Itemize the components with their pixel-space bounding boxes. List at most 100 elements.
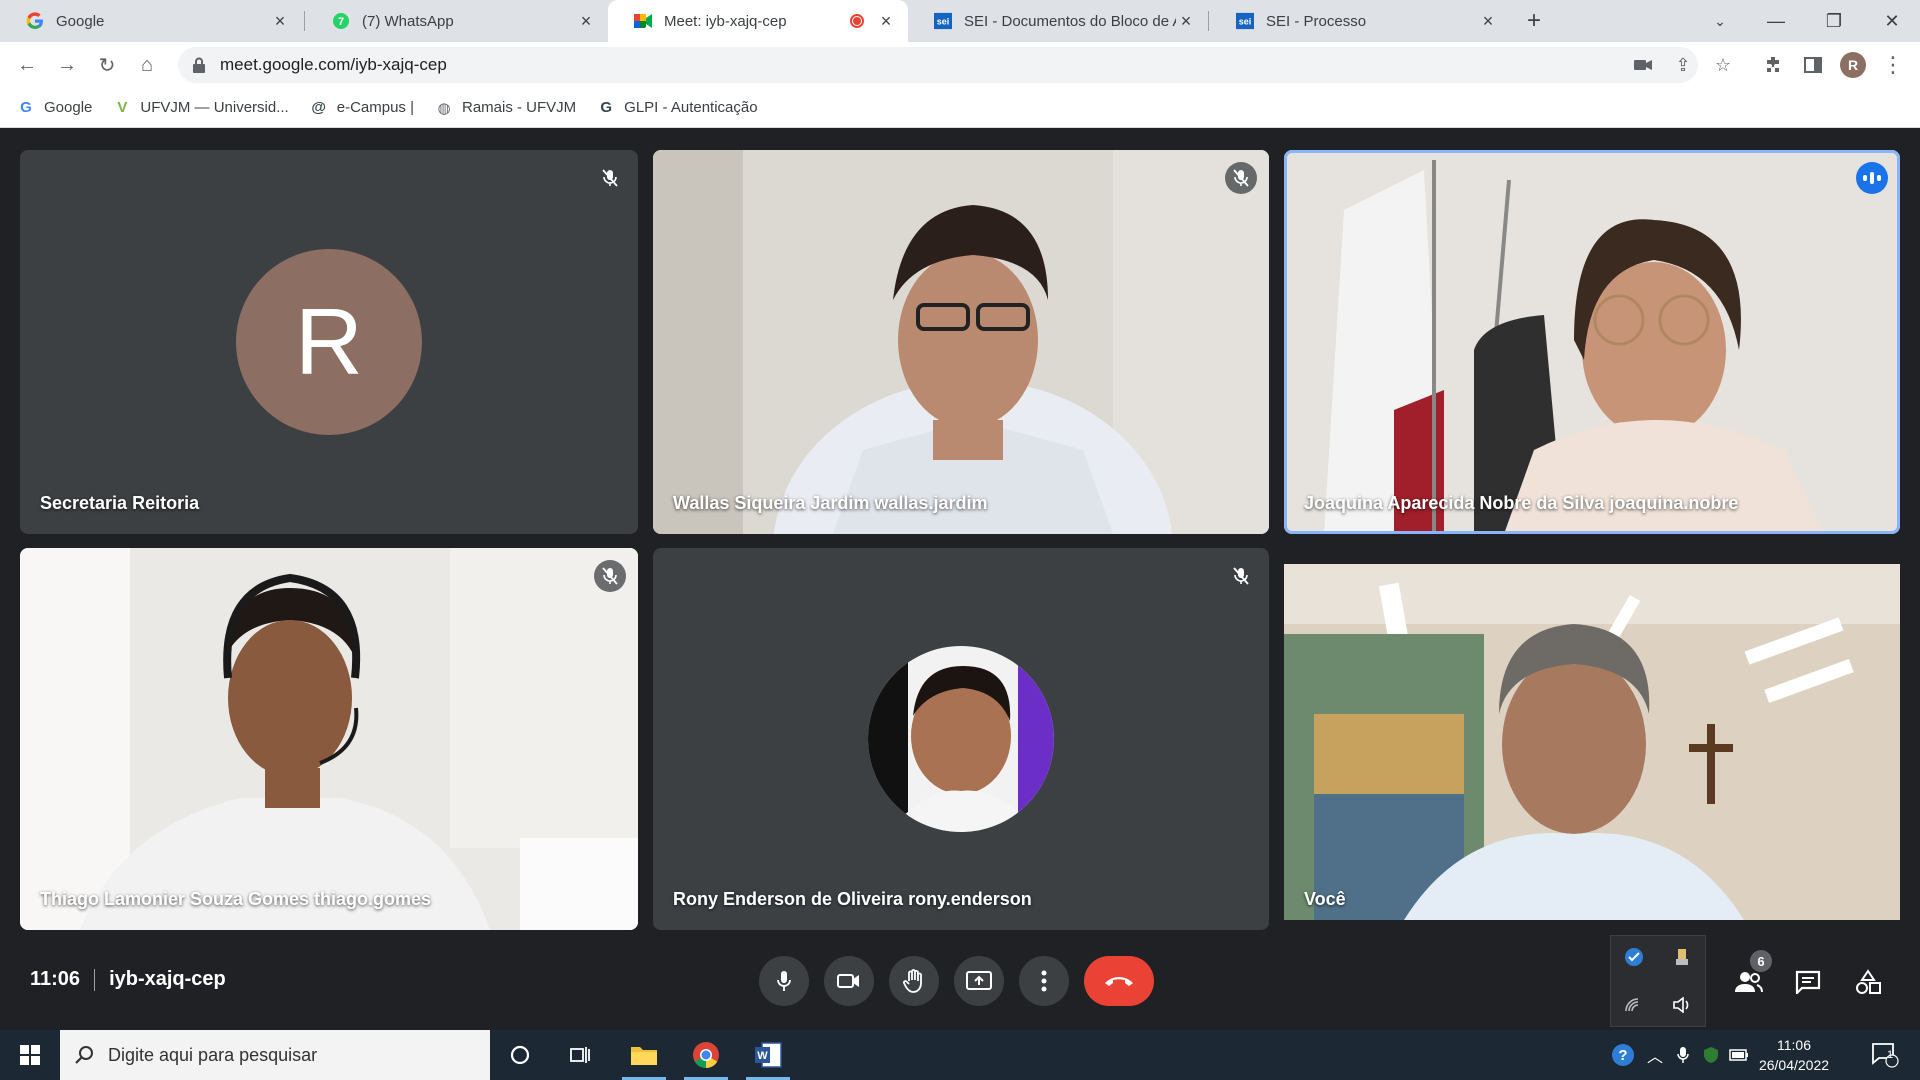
present-icon bbox=[966, 971, 992, 990]
chrome-taskbar-button[interactable] bbox=[678, 1030, 734, 1080]
svg-text:7: 7 bbox=[338, 16, 344, 28]
browser-toolbar: ← → ↻ ⌂ meet.google.com/iyb-xajq-cep ⇪ ☆… bbox=[0, 42, 1920, 88]
meeting-code: iyb-xajq-cep bbox=[109, 968, 226, 990]
meeting-details[interactable]: 11:06 iyb-xajq-cep bbox=[30, 968, 226, 991]
camera-button[interactable] bbox=[824, 956, 874, 1006]
recording-icon bbox=[850, 14, 864, 28]
window-close-icon[interactable]: ✕ bbox=[1864, 0, 1920, 42]
more-options-button[interactable] bbox=[1019, 956, 1069, 1006]
restore-icon[interactable]: ❐ bbox=[1806, 0, 1862, 42]
help-icon[interactable]: ? bbox=[1606, 1030, 1640, 1080]
network-icon[interactable] bbox=[1621, 992, 1647, 1018]
clock-time: 11:06 bbox=[1777, 1037, 1811, 1053]
tab-divider bbox=[304, 11, 305, 31]
chevron-up-icon[interactable]: ︿ bbox=[1642, 1030, 1668, 1080]
participant-tile[interactable]: Você bbox=[1284, 548, 1900, 930]
bookmark-glpi[interactable]: G GLPI - Autenticação bbox=[598, 99, 757, 116]
search-icon bbox=[75, 1046, 93, 1064]
taskbar-search-input[interactable]: Digite aqui para pesquisar bbox=[60, 1030, 490, 1080]
mic-muted-icon bbox=[594, 560, 626, 592]
extensions-icon[interactable] bbox=[1758, 50, 1788, 80]
close-icon[interactable]: × bbox=[1176, 11, 1196, 32]
tab-whatsapp[interactable]: 7 (7) WhatsApp × bbox=[306, 0, 608, 42]
more-menu-icon[interactable]: ⋮ bbox=[1878, 50, 1908, 80]
activities-button[interactable] bbox=[1850, 964, 1886, 1000]
forward-icon[interactable]: → bbox=[52, 50, 82, 80]
share-icon[interactable]: ⇪ bbox=[1668, 50, 1698, 80]
profile-avatar[interactable]: R bbox=[1838, 50, 1868, 80]
battery-icon[interactable] bbox=[1726, 1030, 1752, 1080]
reload-icon[interactable]: ↻ bbox=[92, 50, 122, 80]
participant-tile[interactable]: Rony Enderson de Oliveira rony.enderson bbox=[653, 548, 1269, 930]
sei-icon: sei bbox=[934, 12, 952, 30]
participant-count-badge: 6 bbox=[1750, 950, 1772, 972]
tab-sei-processo[interactable]: sei SEI - Processo × bbox=[1210, 0, 1510, 42]
participant-tile[interactable]: Joaquina Aparecida Nobre da Silva joaqui… bbox=[1284, 150, 1900, 534]
system-clock[interactable]: 11:06 26/04/2022 bbox=[1756, 1035, 1832, 1075]
ufvjm-icon: V bbox=[117, 99, 128, 116]
notifications-button[interactable]: 1 bbox=[1860, 1030, 1910, 1080]
mic-muted-icon bbox=[1225, 560, 1257, 592]
participant-tile[interactable]: R Secretaria Reitoria bbox=[20, 150, 638, 534]
participant-tile[interactable]: Thiago Lamonier Souza Gomes thiago.gomes bbox=[20, 548, 638, 930]
close-icon[interactable]: × bbox=[876, 11, 896, 32]
cortana-button[interactable] bbox=[492, 1030, 548, 1080]
bookmark-google[interactable]: G Google bbox=[18, 99, 92, 116]
raise-hand-button[interactable] bbox=[889, 956, 939, 1006]
google-icon: G bbox=[20, 99, 32, 116]
participant-name: Joaquina Aparecida Nobre da Silva joaqui… bbox=[1304, 493, 1739, 513]
usb-device-icon[interactable] bbox=[1669, 944, 1695, 970]
avatar: R bbox=[1840, 52, 1866, 78]
windows-icon bbox=[20, 1045, 40, 1065]
close-icon[interactable]: × bbox=[576, 11, 596, 32]
tab-google[interactable]: Google × bbox=[0, 0, 302, 42]
minimize-icon[interactable]: — bbox=[1748, 0, 1804, 42]
address-bar[interactable]: meet.google.com/iyb-xajq-cep bbox=[178, 47, 1698, 83]
bookmark-star-icon[interactable]: ☆ bbox=[1708, 50, 1738, 80]
participant-tile[interactable]: Wallas Siqueira Jardim wallas.jardim bbox=[653, 150, 1269, 534]
participant-video bbox=[653, 150, 1269, 534]
word-taskbar-button[interactable]: W bbox=[740, 1030, 796, 1080]
tab-sei-documentos[interactable]: sei SEI - Documentos do Bloco de A × bbox=[908, 0, 1208, 42]
participant-name: Você bbox=[1304, 889, 1346, 909]
people-button[interactable]: 6 bbox=[1730, 950, 1772, 1000]
bookmark-ecampus[interactable]: @ e-Campus | bbox=[311, 99, 414, 116]
word-icon: W bbox=[755, 1042, 782, 1068]
present-screen-button[interactable] bbox=[954, 956, 1004, 1006]
side-panel-icon[interactable] bbox=[1798, 50, 1828, 80]
bookmark-ufvjm[interactable]: V UFVJM — Universid... bbox=[114, 99, 288, 116]
microphone-button[interactable] bbox=[759, 956, 809, 1006]
leave-call-button[interactable] bbox=[1084, 956, 1154, 1006]
tab-title: Meet: iyb-xajq-cep bbox=[664, 12, 787, 30]
defender-icon[interactable] bbox=[1621, 944, 1647, 970]
back-icon[interactable]: ← bbox=[12, 50, 42, 80]
tab-title: SEI - Processo bbox=[1266, 12, 1367, 30]
activities-icon bbox=[1856, 969, 1881, 994]
tab-title: SEI - Documentos do Bloco de A bbox=[964, 12, 1176, 30]
file-explorer-button[interactable] bbox=[616, 1030, 672, 1080]
mic-in-use-icon[interactable] bbox=[1670, 1030, 1696, 1080]
task-view-button[interactable] bbox=[552, 1030, 608, 1080]
avatar bbox=[868, 646, 1054, 832]
bookmark-ramais[interactable]: ◍ Ramais - UFVJM bbox=[436, 99, 576, 117]
folder-icon bbox=[631, 1047, 657, 1065]
browser-tab-strip: Google × 7 (7) WhatsApp × Meet: iyb-xajq… bbox=[0, 0, 1920, 42]
mic-muted-icon bbox=[1225, 162, 1257, 194]
close-icon[interactable]: × bbox=[1478, 11, 1498, 32]
volume-icon[interactable] bbox=[1669, 992, 1695, 1018]
tab-meet[interactable]: Meet: iyb-xajq-cep × bbox=[608, 0, 908, 42]
divider bbox=[94, 968, 96, 991]
close-icon[interactable]: × bbox=[270, 11, 290, 32]
camera-in-use-icon[interactable] bbox=[1628, 50, 1658, 80]
start-button[interactable] bbox=[0, 1030, 60, 1080]
cortana-icon bbox=[510, 1045, 530, 1065]
bookmark-label: UFVJM — Universid... bbox=[140, 99, 289, 116]
chat-button[interactable] bbox=[1790, 964, 1826, 1000]
shield-icon[interactable] bbox=[1698, 1030, 1724, 1080]
participant-video bbox=[1284, 150, 1900, 534]
participant-video bbox=[1284, 564, 1900, 920]
bookmark-label: e-Campus | bbox=[336, 99, 414, 116]
tab-search-icon[interactable]: ⌄ bbox=[1692, 0, 1748, 42]
home-icon[interactable]: ⌂ bbox=[132, 50, 162, 80]
new-tab-button[interactable]: + bbox=[1506, 0, 1562, 42]
